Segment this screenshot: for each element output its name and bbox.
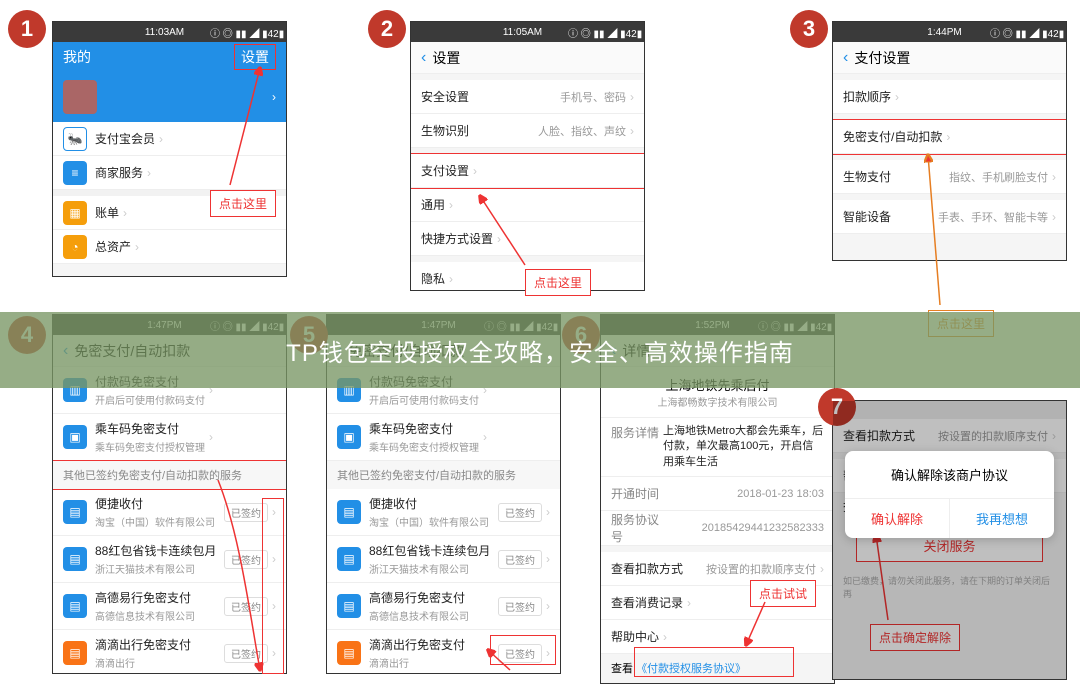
- row-biopay[interactable]: 生物支付指纹、手机刷脸支付›: [833, 160, 1066, 194]
- row-security[interactable]: 安全设置手机号、密码›: [411, 80, 644, 114]
- step-badge-4: 4: [8, 316, 46, 354]
- service-icon: ▤: [337, 500, 361, 524]
- row-smart-device[interactable]: 智能设备手表、手环、智能卡等›: [833, 200, 1066, 234]
- asset-icon: ◔: [63, 235, 87, 259]
- step-badge-3: 3: [790, 10, 828, 48]
- header-title: 我的: [63, 47, 91, 67]
- hint-2: 点击这里: [525, 269, 591, 296]
- service-icon: ▤: [63, 547, 87, 571]
- service-row[interactable]: ▤ 高德易行免密支付高德信息技术有限公司 已签约›: [53, 583, 286, 630]
- row-auto-deduct[interactable]: 免密支付/自动扣款›: [833, 120, 1066, 154]
- row-member[interactable]: 🐜支付宝会员›: [53, 122, 286, 156]
- service-row[interactable]: ▤ 便捷收付淘宝（中国）软件有限公司 已签约›: [53, 489, 286, 536]
- back-icon[interactable]: ‹: [843, 49, 848, 67]
- row-buscode[interactable]: ▣乘车码免密支付乘车码免密支付授权管理›: [53, 414, 286, 461]
- row-merchant[interactable]: ≡商家服务›: [53, 156, 286, 190]
- service-icon: ▤: [337, 641, 361, 665]
- row-help[interactable]: 帮助中心›: [601, 620, 834, 654]
- screen-3: 1:44PMⓘ ◎ ▮▮ ◢ ▮42▮ ‹支付设置 扣款顺序› 免密支付/自动扣…: [832, 21, 1067, 261]
- statusbar: 11:03AMⓘ ◎ ▮▮ ◢ ▮42▮: [53, 22, 286, 42]
- service-icon: ▤: [63, 594, 87, 618]
- section-header: 其他已签约免密支付/自动扣款的服务: [53, 461, 286, 489]
- back-icon[interactable]: ‹: [421, 49, 426, 67]
- row-general[interactable]: 通用›: [411, 188, 644, 222]
- modal-title: 确认解除该商户协议: [845, 451, 1054, 498]
- service-row[interactable]: ▤ 滴滴出行免密支付滴滴出行 已签约›: [327, 630, 560, 674]
- header-my: 我的 设置: [53, 42, 286, 72]
- row-biometric[interactable]: 生物识别人脸、指纹、声纹›: [411, 114, 644, 148]
- service-icon: ▤: [337, 594, 361, 618]
- hint-1: 点击这里: [210, 190, 276, 217]
- header-settings: ‹设置: [411, 42, 644, 74]
- row-assets[interactable]: ◔总资产›: [53, 230, 286, 264]
- screen-1: 11:03AMⓘ ◎ ▮▮ ◢ ▮42▮ 我的 设置 › 🐜支付宝会员› ≡商家…: [52, 21, 287, 277]
- hint-6: 点击试试: [750, 580, 816, 607]
- hint-3: 点击这里: [928, 310, 994, 337]
- screen-7: 查看扣款方式按设置的扣款顺序支付› 帮助中心› 查看 《付款授权服务协议》 关闭…: [832, 400, 1067, 680]
- back-icon[interactable]: ‹: [337, 342, 342, 360]
- service-row[interactable]: ▤ 88红包省钱卡连续包月浙江天猫技术有限公司 已签约›: [53, 536, 286, 583]
- cancel-button[interactable]: 我再想想: [950, 499, 1054, 538]
- header-pay-settings: ‹支付设置: [833, 42, 1066, 74]
- row-paycode[interactable]: ▥付款码免密支付开启后可使用付款码支付›: [53, 367, 286, 414]
- service-name: 上海地铁先乘后付: [601, 375, 834, 394]
- screen-6: 1:52PMⓘ ◎ ▮▮ ◢ ▮42▮ ‹详情 上海地铁先乘后付 上海都畅数字技…: [600, 314, 835, 684]
- avatar[interactable]: [63, 80, 97, 114]
- step-badge-6: 6: [562, 316, 600, 354]
- step-badge-2: 2: [368, 10, 406, 48]
- service-icon: ≡: [63, 161, 87, 185]
- barcode-icon: ▥: [63, 378, 87, 402]
- screen-5: 1:47PMⓘ ◎ ▮▮ ◢ ▮42▮ ‹免密支付/自动扣款 ▥付款码免密支付开…: [326, 314, 561, 674]
- service-row[interactable]: ▤ 便捷收付淘宝（中国）软件有限公司 已签约›: [327, 489, 560, 536]
- service-icon: ▤: [63, 500, 87, 524]
- agreement-link[interactable]: 《付款授权服务协议》: [636, 663, 746, 675]
- service-icon: ▤: [63, 641, 87, 665]
- row-pay-settings[interactable]: 支付设置›: [411, 154, 644, 188]
- qr-icon: ▣: [63, 425, 87, 449]
- back-icon[interactable]: ‹: [611, 342, 616, 360]
- settings-link[interactable]: 设置: [234, 44, 276, 70]
- bill-icon: ▦: [63, 201, 87, 225]
- screen-2: 11:05AMⓘ ◎ ▮▮ ◢ ▮42▮ ‹设置 安全设置手机号、密码› 生物识…: [410, 21, 645, 291]
- row-deduct-order[interactable]: 扣款顺序›: [833, 80, 1066, 114]
- ant-icon: 🐜: [63, 127, 87, 151]
- screen-4: 1:47PMⓘ ◎ ▮▮ ◢ ▮42▮ ‹免密支付/自动扣款 ▥付款码免密支付开…: [52, 314, 287, 674]
- chevron-right-icon: ›: [272, 90, 276, 104]
- back-icon[interactable]: ‹: [63, 342, 68, 360]
- confirm-button[interactable]: 确认解除: [845, 499, 950, 538]
- service-icon: ▤: [337, 547, 361, 571]
- service-row[interactable]: ▤ 滴滴出行免密支付滴滴出行 已签约›: [53, 630, 286, 674]
- service-row[interactable]: ▤ 88红包省钱卡连续包月浙江天猫技术有限公司 已签约›: [327, 536, 560, 583]
- step-badge-1: 1: [8, 10, 46, 48]
- row-shortcut[interactable]: 快捷方式设置›: [411, 222, 644, 256]
- step-badge-5: 5: [290, 316, 328, 354]
- service-row[interactable]: ▤ 高德易行免密支付高德信息技术有限公司 已签约›: [327, 583, 560, 630]
- confirm-modal: 确认解除该商户协议 确认解除 我再想想: [845, 451, 1054, 538]
